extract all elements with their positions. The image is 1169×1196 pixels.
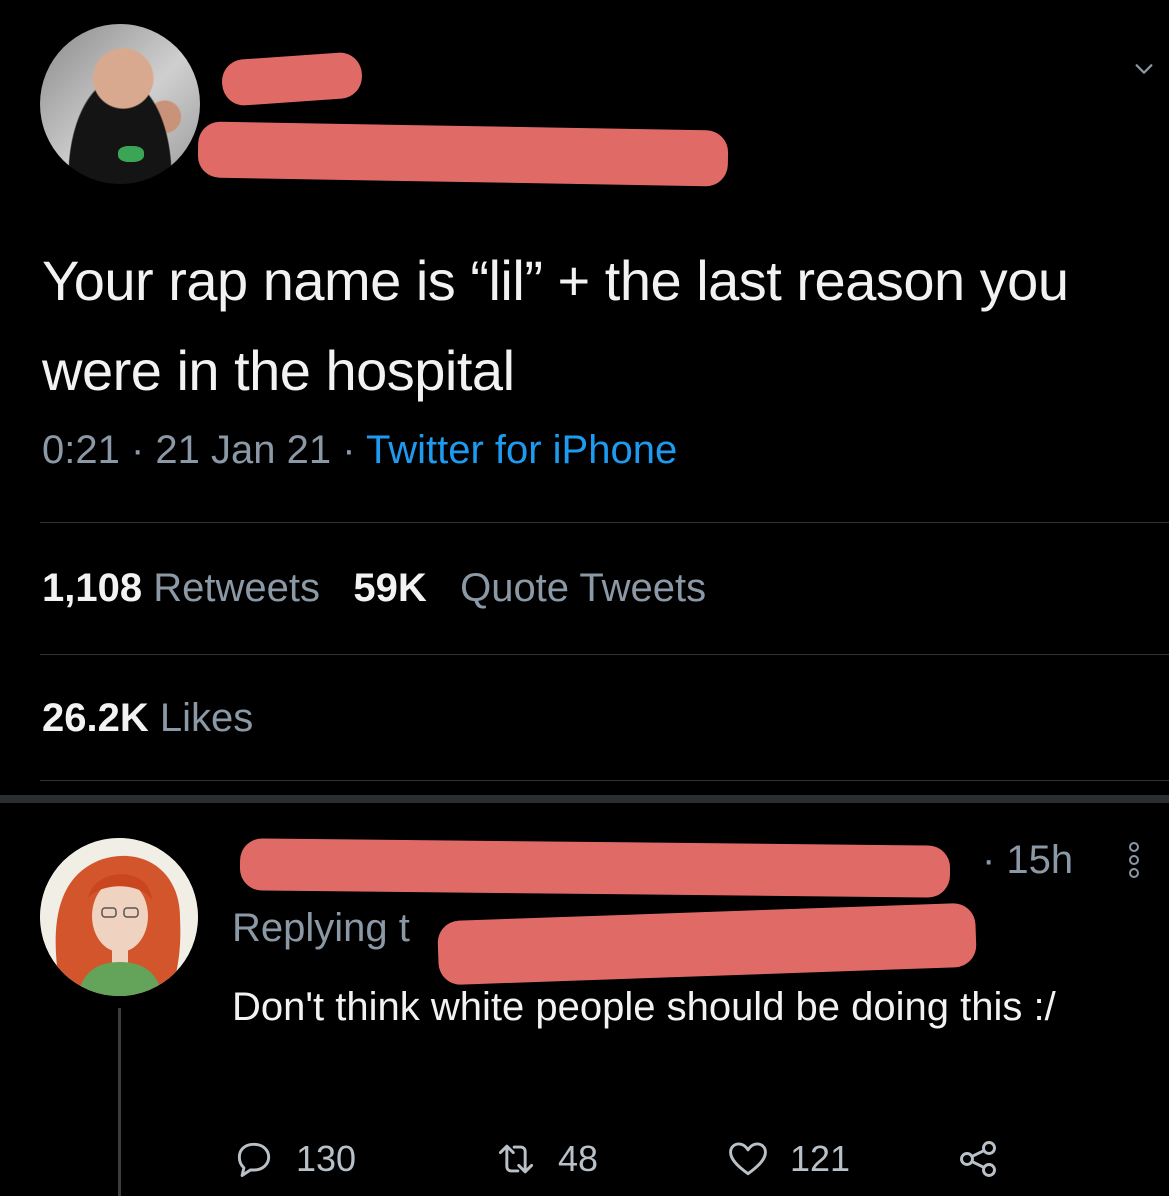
meta-separator: · xyxy=(130,428,156,472)
like-count: 121 xyxy=(790,1138,851,1179)
likes-stat[interactable]: 26.2K Likes xyxy=(42,696,253,741)
avatar-shirt-graphic xyxy=(118,146,144,162)
share-button[interactable] xyxy=(956,1134,1000,1184)
reply-count: 130 xyxy=(296,1138,357,1179)
tweet-time[interactable]: 0:21 xyxy=(42,428,120,472)
retweet-button[interactable]: 48 xyxy=(494,1134,598,1184)
retweets-count: 1,108 xyxy=(42,566,143,610)
quote-tweets-stat[interactable]: 59K Quote Tweets xyxy=(353,566,706,610)
heart-icon xyxy=(729,1142,767,1176)
tweet-date[interactable]: 21 Jan 21 xyxy=(155,428,331,472)
thread-connector-line xyxy=(118,1008,121,1196)
tweet-meta: 0:21 · 21 Jan 21 · Twitter for iPhone xyxy=(42,428,677,473)
section-separator xyxy=(0,795,1169,803)
retweet-count: 48 xyxy=(558,1138,599,1179)
divider xyxy=(40,522,1169,523)
divider xyxy=(40,654,1169,655)
like-button[interactable]: 121 xyxy=(726,1134,850,1184)
retweets-label: Retweets xyxy=(153,566,320,610)
tweet-stats: 1,108 Retweets 59K Quote Tweets xyxy=(42,566,706,611)
reply-button[interactable]: 130 xyxy=(232,1134,356,1184)
likes-count: 26.2K xyxy=(42,696,149,740)
quote-tweets-label: Quote Tweets xyxy=(460,566,707,610)
meta-separator: · xyxy=(342,428,366,472)
share-icon xyxy=(960,1141,996,1177)
likes-label: Likes xyxy=(159,696,254,740)
redacted-replying-handle xyxy=(437,902,977,986)
redacted-reply-author xyxy=(239,838,951,898)
reply-timestamp[interactable]: · 15h xyxy=(982,838,1073,883)
retweets-stat[interactable]: 1,108 Retweets xyxy=(42,566,331,610)
redacted-display-name xyxy=(220,51,364,107)
quote-tweets-count: 59K xyxy=(353,566,427,610)
tweet-text: Your rap name is “lil” + the last reason… xyxy=(42,249,1069,402)
reply-text: Don't think white people should be doing… xyxy=(232,985,1056,1029)
retweet-icon xyxy=(498,1144,534,1174)
reply-icon xyxy=(237,1142,271,1177)
redacted-handle xyxy=(197,121,729,187)
replying-to-label: Replying t xyxy=(232,906,410,950)
tweet-source-link[interactable]: Twitter for iPhone xyxy=(366,428,677,472)
illustrated-avatar-image xyxy=(40,838,198,996)
chevron-down-icon[interactable] xyxy=(1133,58,1155,80)
author-avatar[interactable] xyxy=(40,24,200,184)
reply-author-avatar[interactable] xyxy=(40,838,198,996)
divider xyxy=(40,780,1169,781)
more-dots-icon[interactable] xyxy=(1126,840,1142,880)
